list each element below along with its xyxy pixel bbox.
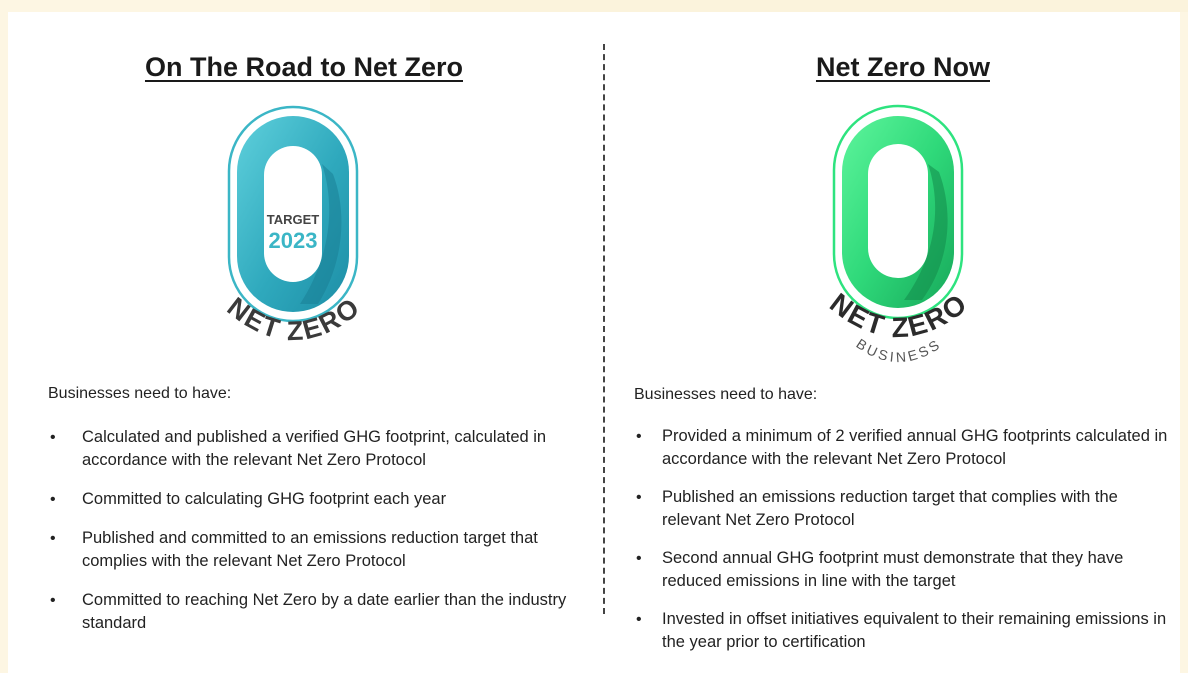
requirements-intro: Businesses need to have: [634, 386, 818, 403]
bullet-icon: • [636, 550, 642, 567]
bullet-icon: • [50, 491, 56, 508]
bullet-icon: • [50, 592, 56, 609]
requirements-intro: Businesses need to have: [48, 385, 232, 402]
list-item: • Published and committed to an emission… [48, 527, 588, 573]
list-item-text: Invested in offset initiatives equivalen… [662, 610, 1167, 651]
list-item: • Committed to reaching Net Zero by a da… [48, 589, 588, 635]
badge-target-label: TARGET [267, 212, 320, 227]
net-zero-now-heading: Net Zero Now [815, 52, 990, 82]
bullet-icon: • [50, 429, 56, 446]
list-item: • Provided a minimum of 2 verified annua… [634, 425, 1179, 471]
badge-target-year: 2023 [269, 228, 318, 253]
list-item: • Published an emissions reduction targe… [634, 486, 1179, 532]
bullet-icon: • [636, 611, 642, 628]
list-item-text: Committed to reaching Net Zero by a date… [82, 591, 567, 632]
net-zero-business-badge-icon: NET ZERO BUSINESS [824, 104, 972, 365]
top-strip [430, 0, 1188, 12]
bullet-icon: • [50, 530, 56, 547]
requirements-list: • Provided a minimum of 2 verified annua… [634, 425, 1179, 669]
list-item-text: Published and committed to an emissions … [82, 529, 538, 570]
list-item: • Calculated and published a verified GH… [48, 426, 588, 472]
list-item-text: Published an emissions reduction target … [662, 488, 1118, 529]
list-item: • Committed to calculating GHG footprint… [48, 488, 588, 511]
road-to-net-zero-heading: On The Road to Net Zero [144, 52, 463, 82]
bullet-icon: • [636, 489, 642, 506]
requirements-list: • Calculated and published a verified GH… [48, 426, 588, 651]
list-item-text: Second annual GHG footprint must demonst… [662, 549, 1124, 590]
list-item: • Invested in offset initiatives equival… [634, 608, 1179, 654]
list-item-text: Calculated and published a verified GHG … [82, 428, 547, 469]
list-item-text: Provided a minimum of 2 verified annual … [662, 427, 1168, 468]
comparison-panel: On The Road to Net Zero TARGET 2023 NET [8, 12, 1180, 673]
bullet-icon: • [636, 428, 642, 445]
net-zero-target-badge-icon: TARGET 2023 NET ZERO [222, 105, 364, 346]
column-divider [603, 44, 605, 614]
list-item-text: Committed to calculating GHG footprint e… [82, 490, 447, 508]
list-item: • Second annual GHG footprint must demon… [634, 547, 1179, 593]
